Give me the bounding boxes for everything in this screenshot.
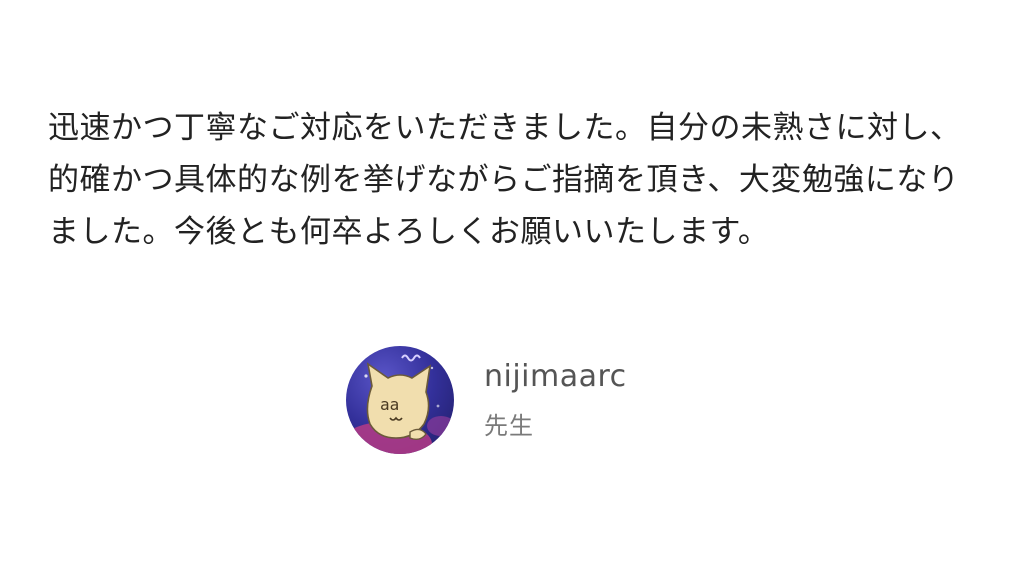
avatar[interactable]: aa <box>346 346 454 454</box>
review-line-1: 迅速かつ丁寧なご対応をいただきました。自分の未熟さに対し、 <box>48 110 962 146</box>
author-role: 先生 <box>484 412 534 440</box>
review-card: 迅速かつ丁寧なご対応をいただきました。自分の未熟さに対し、 的確かつ具体的な例を… <box>0 0 1024 576</box>
author-name[interactable]: nijimaarc <box>484 359 627 395</box>
author-info: aa nijimaarc 先生 <box>346 346 627 454</box>
cat-character-icon: aa <box>346 346 454 454</box>
review-text: 迅速かつ丁寧なご対応をいただきました。自分の未熟さに対し、 的確かつ具体的な例を… <box>48 102 1008 258</box>
review-line-2: 的確かつ具体的な例を挙げながらご指摘を頂き、大変勉強になり <box>48 162 960 198</box>
review-line-3: ました。今後とも何卒よろしくお願いいたします。 <box>48 214 770 250</box>
author-meta: nijimaarc 先生 <box>484 359 627 441</box>
avatar-face-text: aa <box>380 395 399 414</box>
